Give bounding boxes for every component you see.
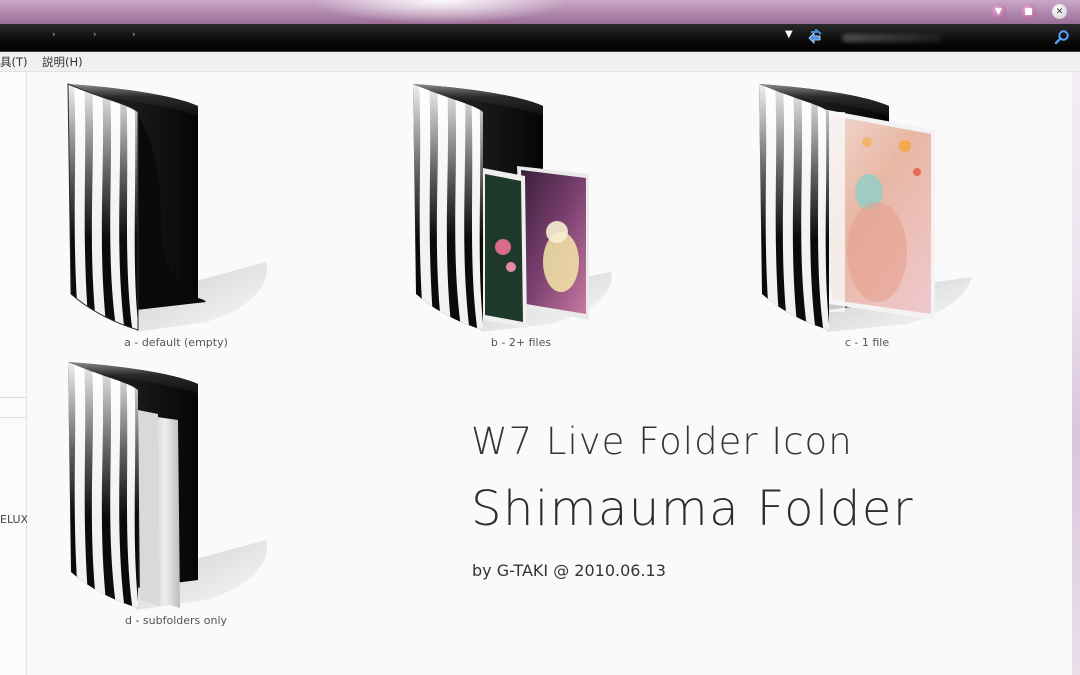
folder-icon xyxy=(67,83,267,332)
search-box[interactable] xyxy=(842,34,942,42)
folder-label[interactable]: b - 2+ files xyxy=(411,336,631,349)
maximize-button[interactable]: ■ xyxy=(1021,4,1036,19)
close-button[interactable]: ✕ xyxy=(1052,4,1067,19)
breadcrumb-separator[interactable]: › xyxy=(52,30,56,40)
nav-divider xyxy=(0,417,26,418)
refresh-icon[interactable] xyxy=(806,27,824,49)
folder-label[interactable]: c - 1 file xyxy=(757,336,977,349)
folder-item-b[interactable]: b - 2+ files xyxy=(411,82,641,357)
folder-icon xyxy=(413,84,612,332)
folder-icon xyxy=(759,84,972,332)
menu-item-help[interactable]: 説明(H) xyxy=(42,54,83,70)
navigation-pane[interactable]: ELUX xyxy=(0,72,28,675)
title-bar[interactable]: ▼ ■ ✕ xyxy=(0,0,1080,24)
window-edge xyxy=(1072,72,1080,675)
nav-divider xyxy=(0,397,26,398)
folder-item-c[interactable]: c - 1 file xyxy=(757,82,987,357)
chevron-down-icon[interactable]: ▼ xyxy=(785,29,793,40)
explorer-window: ▼ ■ ✕ › › › ▼ 具(T) 説明(H) ELUX a - defaul… xyxy=(0,0,1080,675)
folder-item-d[interactable]: d - subfolders only xyxy=(66,360,296,635)
folder-label[interactable]: d - subfolders only xyxy=(66,614,286,627)
breadcrumb-separator[interactable]: › xyxy=(93,30,97,40)
menu-item-tools[interactable]: 具(T) xyxy=(0,54,28,70)
search-icon[interactable] xyxy=(1054,29,1070,49)
page-subtitle: Shimauma Folder xyxy=(471,481,915,537)
page-title: W7 Live Folder Icon xyxy=(471,420,853,463)
breadcrumb-separator[interactable]: › xyxy=(132,30,136,40)
nav-item-label[interactable]: ELUX xyxy=(0,513,28,526)
author-credit: by G-TAKI @ 2010.06.13 xyxy=(472,561,666,580)
menu-bar: 具(T) 説明(H) xyxy=(0,52,1080,72)
minimize-button[interactable]: ▼ xyxy=(991,4,1006,19)
folder-label[interactable]: a - default (empty) xyxy=(66,336,286,349)
folder-icon xyxy=(68,362,267,610)
address-bar[interactable]: › › › ▼ xyxy=(0,24,1080,52)
folder-item-a[interactable]: a - default (empty) xyxy=(66,82,296,357)
